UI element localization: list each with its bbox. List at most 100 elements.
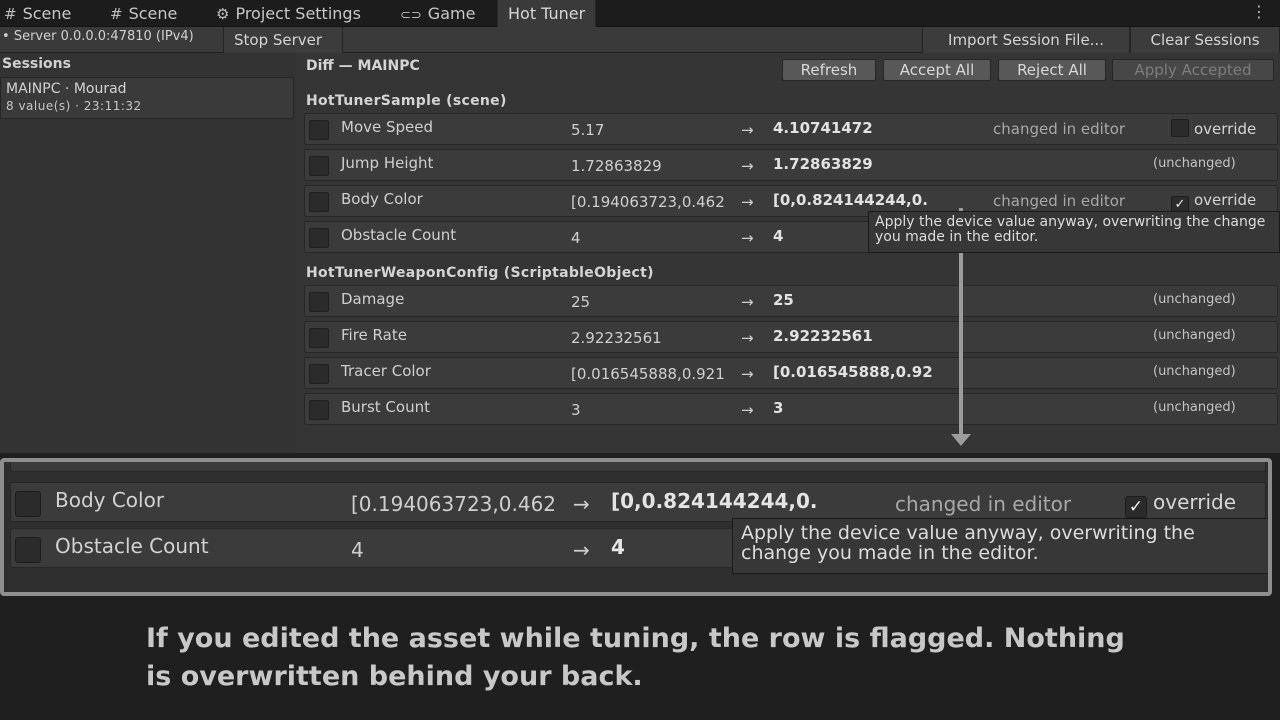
row-new-value: 25 <box>773 291 794 309</box>
row-old-value: [0.194063723,0.462 <box>571 193 725 211</box>
row-old-value: 25 <box>571 293 591 311</box>
row-name: Body Color <box>55 488 165 512</box>
override-label: override <box>1194 120 1257 138</box>
row-unchanged: (unchanged) <box>1153 400 1236 415</box>
tab-bar: # Scene # Scene ⚙ Project Settings ⊂⊃ Game H… <box>0 0 1280 27</box>
row-name: Jump Height <box>341 154 434 172</box>
row-unchanged: (unchanged) <box>1153 292 1236 307</box>
diff-row-jump-height: Jump Height 1.72863829 → 1.72863829 (unc… <box>304 149 1278 181</box>
clear-sessions-button[interactable]: Clear Sessions <box>1130 27 1280 53</box>
override-tooltip: Apply the device value anyway, overwriti… <box>868 211 1280 253</box>
row-name: Obstacle Count <box>341 226 457 244</box>
refresh-button[interactable]: Refresh <box>782 59 876 81</box>
row-old-value: 2.92232561 <box>571 329 662 347</box>
apply-accepted-button[interactable]: Apply Accepted <box>1112 59 1274 81</box>
override-label: override <box>1194 191 1257 209</box>
tab-label: Scene <box>22 4 72 23</box>
accept-all-button[interactable]: Accept All <box>883 59 991 81</box>
arrow-right-icon: → <box>573 492 590 516</box>
group-title: HotTunerSample (scene) <box>306 93 507 109</box>
tab-label: Scene <box>128 4 178 23</box>
zoom-callout: Body Color [0.194063723,0.462 → [0,0.824… <box>0 458 1272 596</box>
row-name: Obstacle Count <box>55 534 209 558</box>
zoom-tooltip: Apply the device value anyway, overwriti… <box>732 518 1268 574</box>
gear-icon: ⚙ <box>216 5 230 23</box>
session-item[interactable]: MAINPC · Mourad 8 value(s) · 23:11:32 <box>0 77 294 119</box>
diff-row-tracer-color: Tracer Color [0.016545888,0.921 → [0.016… <box>304 357 1278 389</box>
gamepad-icon: ⊂⊃ <box>400 8 422 23</box>
zoom-row-body-color: Body Color [0.194063723,0.462 → [0,0.824… <box>10 482 1266 522</box>
caption-text: If you edited the asset while tuning, th… <box>146 623 1125 692</box>
toolbar: • Server 0.0.0.0:47810 (IPv4) Stop Serve… <box>0 27 1280 53</box>
row-new-value: 2.92232561 <box>773 327 873 345</box>
tab-label: Game <box>427 4 476 23</box>
row-old-value: 5.17 <box>571 121 605 139</box>
arrow-right-icon: → <box>741 365 754 383</box>
row-name: Fire Rate <box>341 326 407 344</box>
row-new-value: 1.72863829 <box>773 155 873 173</box>
row-state: changed in editor <box>895 492 1072 516</box>
row-old-value: [0.194063723,0.462 <box>351 492 557 516</box>
tab-project-settings[interactable]: ⚙ Project Settings <box>216 0 361 27</box>
grid-icon: # <box>4 5 17 23</box>
row-name: Body Color <box>341 190 423 208</box>
zoom-row-partial <box>10 462 1266 472</box>
arrow-right-icon: → <box>741 329 754 347</box>
status-dot-icon: • <box>2 29 10 44</box>
override-checkbox[interactable] <box>1171 119 1189 137</box>
checkmark-icon: ✓ <box>1125 496 1147 518</box>
row-name: Move Speed <box>341 118 434 136</box>
session-meta: 8 value(s) · 23:11:32 <box>6 99 142 113</box>
row-old-value: [0.016545888,0.921 <box>571 365 725 383</box>
accept-checkbox[interactable] <box>309 156 329 176</box>
tab-hot-tuner[interactable]: Hot Tuner <box>497 0 597 27</box>
override-label: override <box>1153 490 1237 514</box>
stop-server-button[interactable]: Stop Server <box>223 27 343 53</box>
diff-row-damage: Damage 25 → 25 (unchanged) <box>304 285 1278 317</box>
arrow-right-icon: → <box>573 538 590 562</box>
row-unchanged: (unchanged) <box>1153 156 1236 171</box>
arrow-right-icon: → <box>741 121 754 139</box>
arrow-right-icon: → <box>741 293 754 311</box>
accept-checkbox[interactable] <box>309 328 329 348</box>
row-unchanged: (unchanged) <box>1153 328 1236 343</box>
more-menu-icon[interactable]: ⋮ <box>1251 2 1267 21</box>
accept-checkbox[interactable] <box>309 192 329 212</box>
row-old-value: 1.72863829 <box>571 157 662 175</box>
diff-row-move-speed: Move Speed 5.17 → 4.10741472 changed in … <box>304 113 1278 145</box>
import-session-button[interactable]: Import Session File... <box>922 27 1130 53</box>
row-name: Burst Count <box>341 398 430 416</box>
tab-scene-1[interactable]: # Scene <box>4 0 71 27</box>
sessions-panel: Sessions MAINPC · Mourad 8 value(s) · 23… <box>0 53 296 453</box>
callout-arrow-icon <box>951 434 971 446</box>
row-unchanged: (unchanged) <box>1153 364 1236 379</box>
accept-checkbox[interactable] <box>309 120 329 140</box>
arrow-right-icon: → <box>741 229 754 247</box>
row-old-value: 4 <box>351 538 364 562</box>
accept-checkbox[interactable] <box>309 364 329 384</box>
row-old-value: 4 <box>571 229 581 247</box>
tab-label: Hot Tuner <box>508 4 586 23</box>
row-name: Damage <box>341 290 405 308</box>
diff-title: Diff — MAINPC <box>306 58 420 74</box>
caption-bar: If you edited the asset while tuning, th… <box>0 600 1280 720</box>
arrow-right-icon: → <box>741 157 754 175</box>
row-new-value: [0,0.824144244,0. <box>611 489 818 513</box>
arrow-right-icon: → <box>741 401 754 419</box>
row-new-value: [0.016545888,0.92 <box>773 363 933 381</box>
override-toggle[interactable]: override <box>1171 119 1256 138</box>
reject-all-button[interactable]: Reject All <box>998 59 1106 81</box>
arrow-right-icon: → <box>741 193 754 211</box>
sessions-heading: Sessions <box>2 56 71 72</box>
accept-checkbox[interactable] <box>309 400 329 420</box>
row-name: Tracer Color <box>341 362 431 380</box>
row-new-value: 3 <box>773 399 784 417</box>
accept-checkbox[interactable] <box>309 228 329 248</box>
server-status-text: Server 0.0.0.0:47810 (IPv4) <box>13 29 194 44</box>
tab-scene-2[interactable]: # Scene <box>110 0 177 27</box>
row-new-value: [0,0.824144244,0. <box>773 191 928 209</box>
server-status: • Server 0.0.0.0:47810 (IPv4) <box>2 29 194 44</box>
session-name: MAINPC · Mourad <box>6 81 127 97</box>
accept-checkbox[interactable] <box>309 292 329 312</box>
tab-game[interactable]: ⊂⊃ Game <box>400 0 475 27</box>
